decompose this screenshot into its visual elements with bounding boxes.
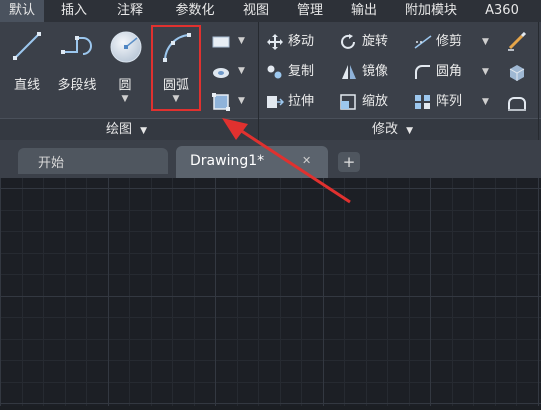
pointer-arrow bbox=[222, 118, 351, 204]
